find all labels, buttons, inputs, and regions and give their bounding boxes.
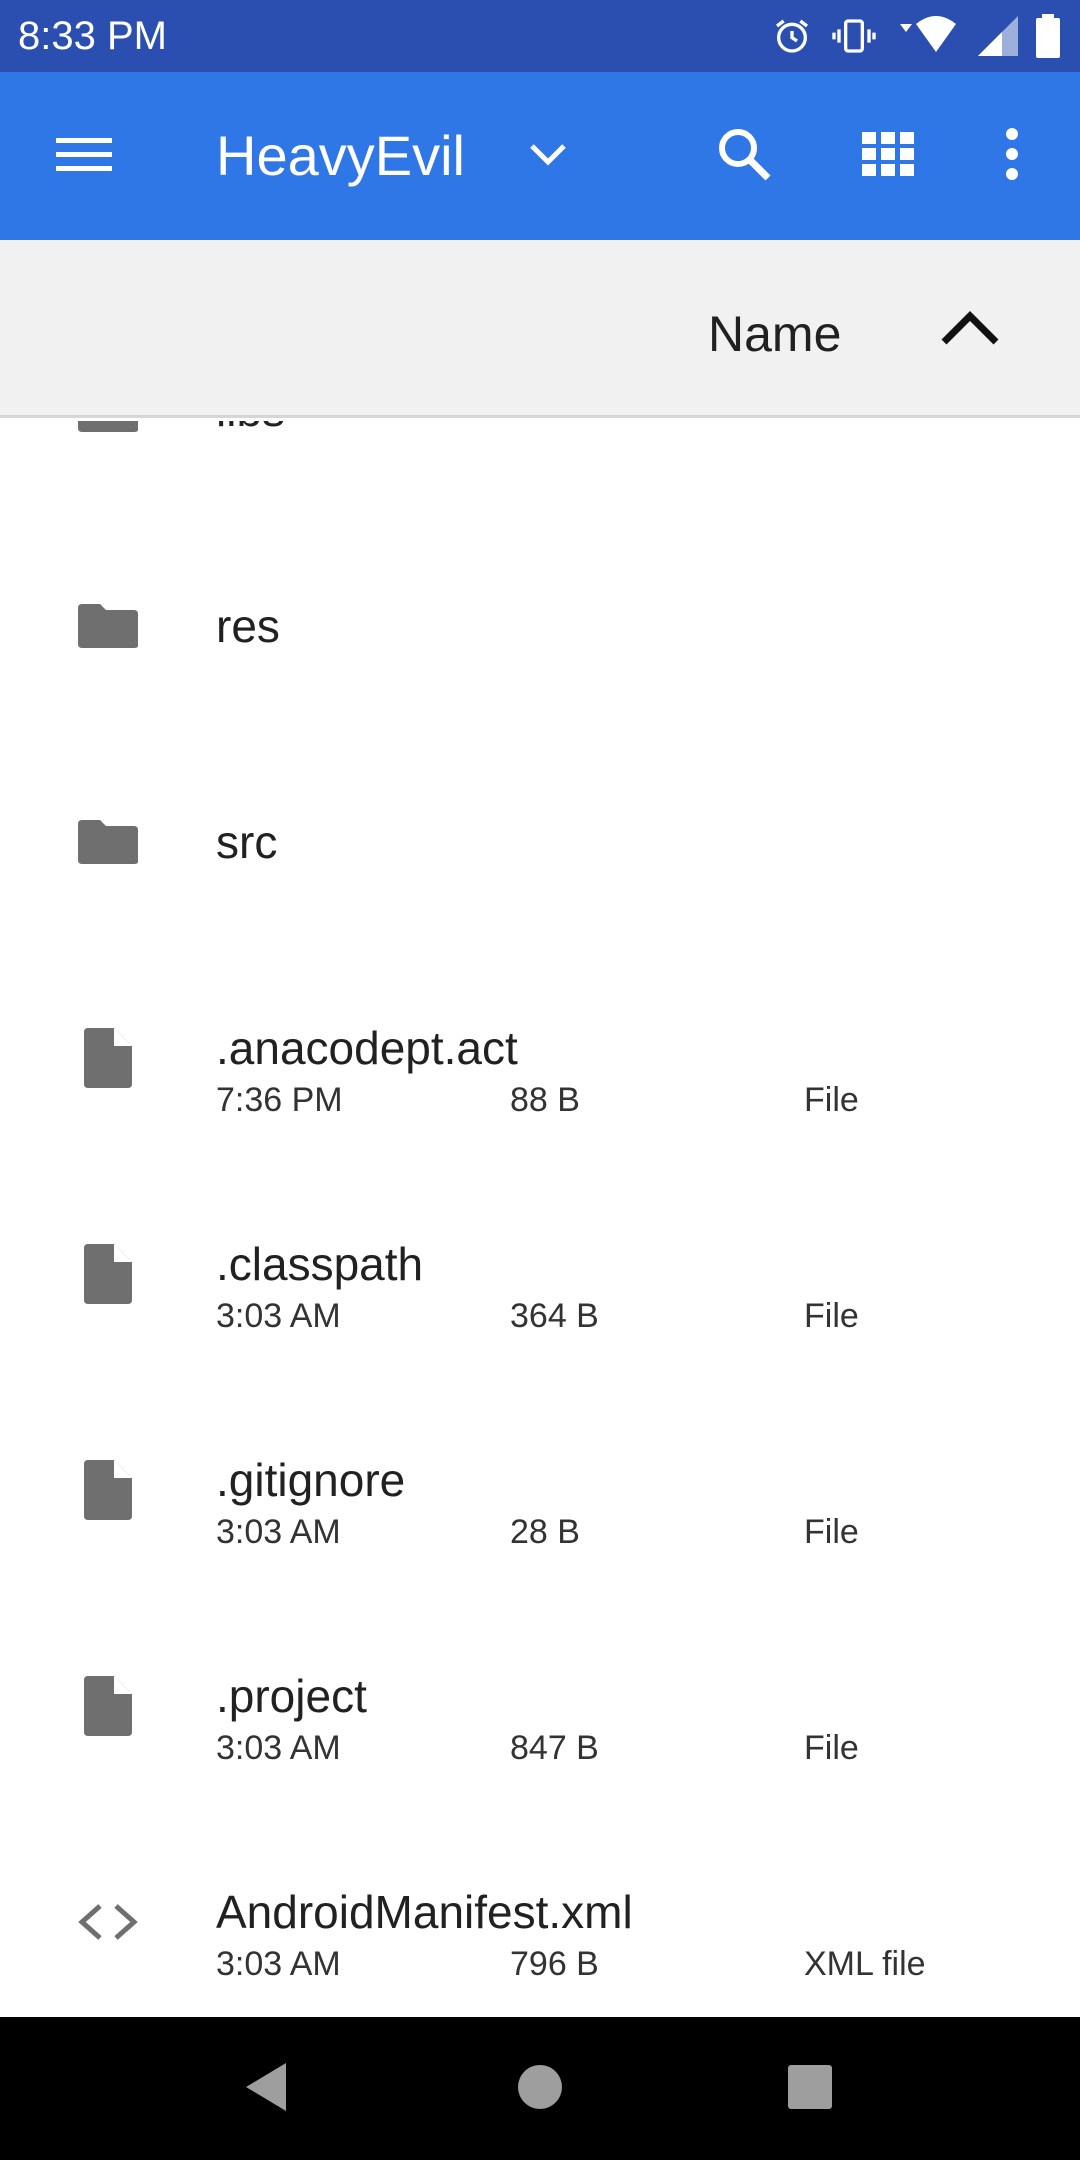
file-size: 364 B [510, 1297, 599, 1335]
sort-by-name-button[interactable]: Name [708, 304, 841, 364]
home-button[interactable] [500, 2049, 580, 2129]
search-icon [716, 126, 772, 187]
file-modified: 3:03 AM [216, 1513, 341, 1551]
file-name: .anacodept.act [216, 1022, 518, 1074]
list-item[interactable]: src [0, 734, 1080, 950]
sort-bar: Name [0, 240, 1080, 418]
back-button[interactable] [226, 2049, 306, 2129]
chevron-up-icon [940, 308, 1000, 353]
file-icon [72, 1454, 144, 1526]
grid-view-icon [862, 131, 914, 181]
file-icon [72, 1238, 144, 1310]
folder-icon [72, 421, 144, 446]
search-button[interactable] [704, 116, 784, 196]
chevron-down-icon [528, 140, 568, 173]
back-icon [242, 2061, 290, 2118]
file-list: libs res src .anacodept.act 7:36 PM 88 B File.… [0, 421, 1080, 2017]
file-kind: File [804, 1729, 859, 1767]
list-item[interactable]: libs [0, 421, 1080, 518]
list-item[interactable]: .project 3:03 AM 847 B File [0, 1598, 1080, 1814]
file-name: src [216, 816, 278, 868]
recents-button[interactable] [770, 2049, 850, 2129]
file-name: .project [216, 1670, 367, 1722]
grid-view-button[interactable] [848, 116, 928, 196]
file-kind: File [804, 1297, 859, 1335]
file-kind: File [804, 1081, 859, 1119]
status-bar: 8:33 PM [0, 0, 1080, 72]
file-modified: 7:36 PM [216, 1081, 343, 1119]
folder-icon [72, 590, 144, 662]
status-time: 8:33 PM [18, 14, 167, 58]
file-icon [72, 1670, 144, 1742]
file-size: 796 B [510, 1945, 599, 1983]
file-kind: XML file [804, 1945, 926, 1983]
app-title[interactable]: HeavyEvil [216, 124, 465, 188]
app-bar: HeavyEvil [0, 72, 1080, 240]
file-size: 88 B [510, 1081, 580, 1119]
code-file-icon [72, 1886, 144, 1958]
list-item[interactable]: .anacodept.act 7:36 PM 88 B File [0, 950, 1080, 1166]
wifi-icon [896, 16, 956, 56]
vibrate-icon [830, 16, 878, 56]
recents-icon [786, 2063, 834, 2116]
status-icons [772, 12, 1060, 60]
menu-icon [56, 134, 112, 179]
list-item[interactable]: res [0, 518, 1080, 734]
cell-signal-icon [974, 16, 1018, 56]
list-item[interactable]: .classpath 3:03 AM 364 B File [0, 1166, 1080, 1382]
file-name: .classpath [216, 1238, 424, 1290]
list-item[interactable]: .gitignore 3:03 AM 28 B File [0, 1382, 1080, 1598]
sort-direction-button[interactable] [930, 290, 1010, 370]
folder-icon [72, 806, 144, 878]
menu-button[interactable] [40, 116, 128, 196]
file-size: 28 B [510, 1513, 580, 1551]
file-size: 847 B [510, 1729, 599, 1767]
file-modified: 3:03 AM [216, 1729, 341, 1767]
file-kind: File [804, 1513, 859, 1551]
file-name: libs [216, 421, 285, 438]
file-name: .gitignore [216, 1454, 406, 1506]
more-options-button[interactable] [980, 116, 1044, 196]
home-icon [516, 2063, 564, 2116]
file-name: AndroidManifest.xml [216, 1886, 633, 1938]
file-modified: 3:03 AM [216, 1297, 341, 1335]
alarm-icon [772, 16, 812, 56]
folder-dropdown-button[interactable] [516, 124, 580, 188]
file-name: res [216, 600, 280, 652]
file-modified: 3:03 AM [216, 1945, 341, 1983]
navigation-bar [0, 2017, 1080, 2160]
file-icon [72, 1022, 144, 1094]
list-item[interactable]: AndroidManifest.xml 3:03 AM 796 B XML file [0, 1814, 1080, 2017]
more-vert-icon [1004, 127, 1020, 185]
battery-icon [1036, 14, 1060, 58]
